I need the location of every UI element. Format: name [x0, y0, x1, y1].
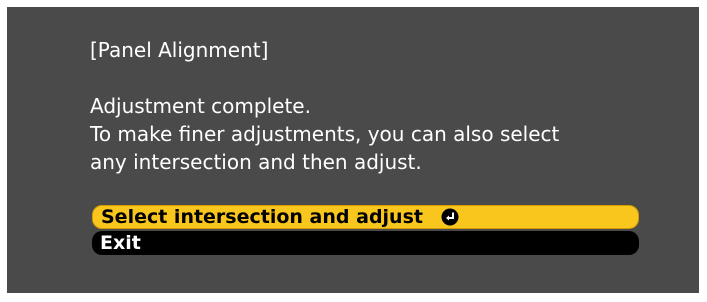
exit-button[interactable]: Exit [92, 231, 639, 255]
projector-menu-screen: [Panel Alignment] Adjustment complete. T… [7, 7, 699, 293]
enter-icon [441, 208, 459, 226]
dialog-title: [Panel Alignment] [90, 38, 269, 62]
message-line: To make finer adjustments, you can also … [90, 122, 560, 146]
options-menu: Select intersection and adjust Exit [92, 205, 639, 257]
menu-item-label: Select intersection and adjust [101, 206, 423, 228]
message-line: Adjustment complete. [90, 94, 311, 118]
menu-item-label: Exit [100, 232, 141, 254]
dialog-message: Adjustment complete. To make finer adjus… [90, 92, 559, 176]
select-intersection-button[interactable]: Select intersection and adjust [92, 205, 639, 229]
message-line: any intersection and then adjust. [90, 150, 422, 174]
